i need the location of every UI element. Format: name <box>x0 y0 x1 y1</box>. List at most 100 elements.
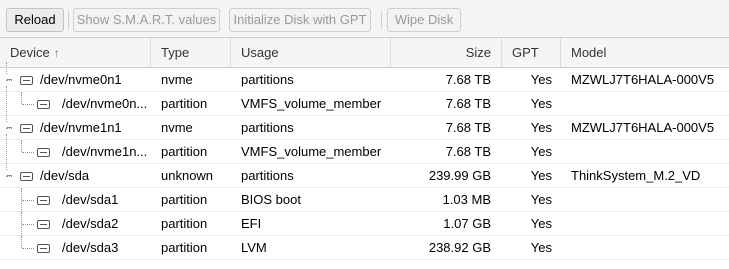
size-cell: 7.68 TB <box>445 120 491 135</box>
usage-cell: partitions <box>241 168 294 183</box>
gpt-cell: Yes <box>530 120 552 135</box>
gpt-cell: Yes <box>530 192 552 207</box>
toolbar-separator <box>381 11 382 29</box>
device-name: /dev/nvme0n1 <box>40 72 122 87</box>
disk-row[interactable]: − /dev/nvme1n1 nvme partitions 7.68 TB Yes MZW… <box>0 116 729 140</box>
disk-row[interactable]: − /dev/nvme0n1 nvme partitions 7.68 TB Yes MZW… <box>0 68 729 92</box>
initialize-gpt-button[interactable]: Initialize Disk with GPT <box>229 8 371 32</box>
model-cell: ThinkSystem_M.2_VD <box>571 168 701 183</box>
type-cell: nvme <box>161 72 193 87</box>
disk-icon <box>20 76 33 85</box>
grid-header: Device ↑ Type Usage Size GPT Model <box>0 38 729 68</box>
gpt-cell: Yes <box>530 96 552 111</box>
type-cell: partition <box>161 144 208 159</box>
device-cell: /dev/sda1 <box>0 188 150 212</box>
usage-cell: LVM <box>241 240 267 255</box>
tree-connector <box>21 92 22 104</box>
device-cell: /dev/sda2 <box>0 212 150 236</box>
model-cell <box>571 92 729 116</box>
size-cell: 1.07 GB <box>443 216 491 231</box>
size-cell: 1.03 MB <box>442 192 491 207</box>
sort-ascending-icon: ↑ <box>53 46 60 60</box>
size-cell: 239.99 GB <box>428 168 491 183</box>
disk-icon <box>20 172 33 181</box>
column-header-model[interactable]: Model <box>561 38 729 67</box>
gpt-cell: Yes <box>530 168 552 183</box>
toolbar-separator <box>68 11 69 29</box>
device-name: /dev/nvme0n... <box>62 96 148 111</box>
partition-disk-icon <box>37 196 50 205</box>
size-cell: 7.68 TB <box>445 72 491 87</box>
tree-connector <box>6 134 7 170</box>
model-cell <box>571 212 729 236</box>
tree-connector <box>22 152 34 153</box>
device-cell: /dev/nvme1n... <box>0 140 150 164</box>
size-cell: 7.68 TB <box>445 144 491 159</box>
device-cell: − /dev/sda <box>0 164 150 188</box>
tree-connector <box>21 236 22 248</box>
usage-cell: partitions <box>241 120 294 135</box>
partition-row[interactable]: /dev/sda2 partition EFI 1.07 GB Yes <box>0 212 729 236</box>
partition-row[interactable]: /dev/nvme1n... partition VMFS_volume_membe… <box>0 140 729 164</box>
disk-icon <box>20 124 33 133</box>
column-header-device-label: Device <box>10 45 50 60</box>
tree-connector <box>22 224 34 225</box>
partition-disk-icon <box>37 220 50 229</box>
column-header-usage[interactable]: Usage <box>231 38 391 67</box>
gpt-cell: Yes <box>530 216 552 231</box>
partition-row[interactable]: /dev/sda3 partition LVM 238.92 GB Yes <box>0 236 729 260</box>
model-cell: MZWLJ7T6HALA-000V5 <box>571 120 715 135</box>
collapse-icon[interactable]: − <box>6 123 12 134</box>
device-name: /dev/sda <box>40 168 90 183</box>
type-cell: partition <box>161 192 208 207</box>
column-header-size[interactable]: Size <box>391 38 502 67</box>
usage-cell: VMFS_volume_member <box>241 144 382 159</box>
model-cell <box>571 188 729 212</box>
gpt-cell: Yes <box>530 72 552 87</box>
size-cell: 7.68 TB <box>445 96 491 111</box>
model-cell <box>571 140 729 164</box>
device-name: /dev/sda3 <box>62 240 119 255</box>
tree-connector <box>22 104 34 105</box>
device-name: /dev/sda1 <box>62 192 119 207</box>
model-cell: MZWLJ7T6HALA-000V5 <box>571 72 715 87</box>
column-header-device[interactable]: Device ↑ <box>0 38 151 67</box>
type-cell: nvme <box>161 120 193 135</box>
tree-connector <box>6 62 7 74</box>
type-cell: unknown <box>161 168 214 183</box>
reload-button[interactable]: Reload <box>6 8 64 32</box>
partition-disk-icon <box>37 244 50 253</box>
type-cell: partition <box>161 216 208 231</box>
tree-connector <box>22 248 34 249</box>
usage-cell: partitions <box>241 72 294 87</box>
column-header-type[interactable]: Type <box>151 38 231 67</box>
partition-disk-icon <box>37 100 50 109</box>
collapse-icon[interactable]: − <box>6 75 12 86</box>
size-cell: 238.92 GB <box>428 240 491 255</box>
tree-connector <box>22 200 34 201</box>
toolbar: Reload Show S.M.A.R.T. values Initialize… <box>0 0 729 38</box>
model-cell <box>571 236 729 260</box>
usage-cell: BIOS boot <box>241 192 301 207</box>
partition-row[interactable]: /dev/nvme0n... partition VMFS_volume_membe… <box>0 92 729 116</box>
device-name: /dev/sda2 <box>62 216 119 231</box>
collapse-icon[interactable]: − <box>6 171 12 182</box>
device-cell: /dev/sda3 <box>0 236 150 260</box>
device-cell: − /dev/nvme1n1 <box>0 116 150 140</box>
usage-cell: EFI <box>241 216 262 231</box>
device-name: /dev/nvme1n1 <box>40 120 122 135</box>
usage-cell: VMFS_volume_member <box>241 96 382 111</box>
partition-row[interactable]: /dev/sda1 partition BIOS boot 1.03 MB Yes <box>0 188 729 212</box>
tree-connector <box>21 140 22 152</box>
type-cell: partition <box>161 240 208 255</box>
wipe-disk-button[interactable]: Wipe Disk <box>387 8 461 32</box>
gpt-cell: Yes <box>530 240 552 255</box>
tree-connector <box>6 86 7 122</box>
partition-disk-icon <box>37 148 50 157</box>
device-cell: /dev/nvme0n... <box>0 92 150 116</box>
device-cell: − /dev/nvme0n1 <box>0 68 150 92</box>
disk-row[interactable]: − /dev/sda unknown partitions 239.99 GB Yes Th… <box>0 164 729 188</box>
gpt-cell: Yes <box>530 144 552 159</box>
column-header-gpt[interactable]: GPT <box>502 38 561 67</box>
show-smart-button[interactable]: Show S.M.A.R.T. values <box>73 8 220 32</box>
